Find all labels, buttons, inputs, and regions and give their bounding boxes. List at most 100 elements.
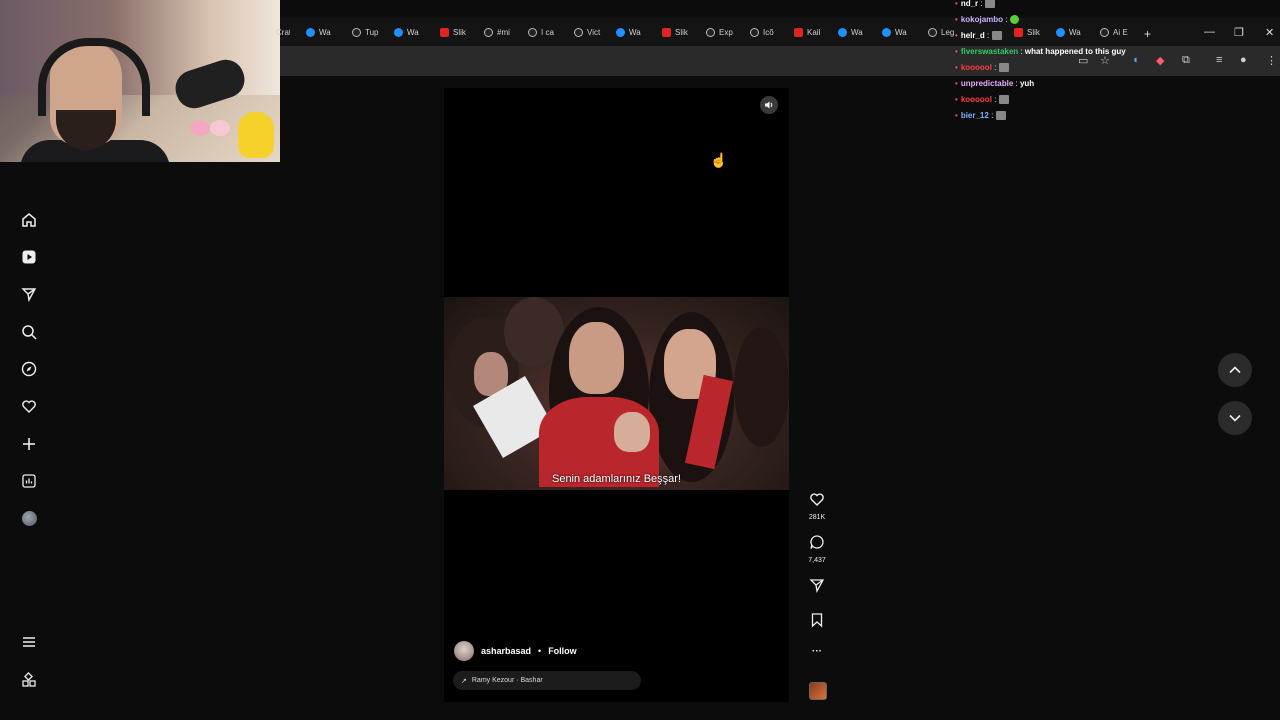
meta-icon bbox=[838, 27, 847, 37]
reel-author: asharbasad • Follow bbox=[454, 641, 577, 661]
chat-username: bier_12 bbox=[960, 111, 989, 120]
close-window-button[interactable]: ✕ bbox=[1265, 26, 1274, 39]
reading-list-icon[interactable]: ≡ bbox=[1216, 54, 1222, 66]
browser-tab[interactable]: Crat bbox=[276, 24, 290, 40]
chat-username: fiverswastaken bbox=[960, 47, 1019, 56]
reel-video-player[interactable]: Senin adamlarınız Beşşar! bbox=[444, 88, 789, 702]
tiktok-icon bbox=[706, 27, 715, 37]
chat-badge-icon: • bbox=[955, 31, 958, 40]
emote-icon bbox=[991, 31, 1002, 41]
dashboard-icon[interactable] bbox=[20, 472, 38, 490]
video-subtitle: Senin adamlarınız Beşşar! bbox=[551, 473, 681, 485]
profile-avatar[interactable] bbox=[22, 511, 37, 526]
reels-icon[interactable] bbox=[20, 248, 38, 266]
chat-message: • unpredictable : yuh bbox=[955, 79, 1035, 88]
menu-icon[interactable] bbox=[20, 633, 38, 651]
share-action[interactable] bbox=[806, 577, 828, 598]
browser-tab[interactable]: Wa bbox=[882, 24, 912, 40]
browser-menu-icon[interactable]: ⋮ bbox=[1266, 54, 1277, 67]
messages-icon[interactable] bbox=[20, 285, 38, 303]
browser-tab[interactable]: Wa bbox=[306, 24, 336, 40]
browser-tab[interactable]: Slik bbox=[662, 24, 692, 40]
search-icon[interactable] bbox=[20, 323, 38, 341]
like-action[interactable]: 281K bbox=[806, 491, 828, 521]
comment-icon[interactable] bbox=[809, 534, 825, 550]
emote-icon bbox=[984, 0, 995, 9]
follow-button[interactable]: Follow bbox=[548, 646, 577, 656]
tiktok-icon bbox=[528, 27, 537, 37]
previous-reel-button[interactable] bbox=[1218, 353, 1252, 387]
meta-icon bbox=[394, 27, 403, 37]
chat-message: • helr_d : bbox=[955, 28, 1126, 44]
browser-tab[interactable]: Exp bbox=[706, 24, 736, 40]
separator-dot: • bbox=[538, 646, 542, 656]
chat-message: • kokojambo : bbox=[955, 12, 1126, 28]
browser-tab[interactable]: Wa bbox=[394, 24, 424, 40]
browser-tab[interactable]: Icõ bbox=[750, 24, 780, 40]
chat-message: • fiverswastaken : what happened to this … bbox=[955, 47, 1126, 56]
share-icon[interactable] bbox=[809, 577, 825, 593]
browser-tab[interactable]: #mi bbox=[484, 24, 514, 40]
chat-message: • nd_r : bbox=[955, 0, 1126, 12]
create-icon[interactable] bbox=[20, 435, 38, 453]
browser-tab[interactable]: Slik bbox=[440, 24, 470, 40]
streamer-webcam bbox=[0, 0, 280, 162]
tiktok-icon bbox=[928, 27, 937, 37]
save-action[interactable] bbox=[806, 612, 828, 633]
browser-tab[interactable]: Wa bbox=[838, 24, 868, 40]
plush-toy bbox=[190, 120, 210, 136]
minimize-button[interactable]: — bbox=[1204, 26, 1215, 38]
browser-tab[interactable]: Wa bbox=[616, 24, 646, 40]
bookmark-icon[interactable] bbox=[809, 612, 825, 628]
chat-badge-icon: • bbox=[955, 79, 958, 88]
emote-icon bbox=[998, 63, 1009, 73]
pikachu-plush bbox=[238, 112, 274, 158]
extension-icon[interactable]: ◆ bbox=[1156, 54, 1164, 67]
extensions-puzzle-icon[interactable]: ⧉ bbox=[1182, 54, 1190, 67]
chat-username: kokojambo bbox=[960, 15, 1004, 24]
browser-tab[interactable]: Leg bbox=[928, 24, 958, 40]
chat-badge-icon: • bbox=[955, 95, 958, 104]
comment-action[interactable]: 7,437 bbox=[806, 534, 828, 564]
headphones bbox=[38, 38, 150, 116]
more-options-icon[interactable]: ··· bbox=[806, 646, 828, 657]
chevron-down-icon bbox=[1229, 414, 1241, 422]
chat-text: yuh bbox=[1019, 79, 1035, 88]
browser-tab[interactable]: Kail bbox=[794, 24, 824, 40]
author-avatar[interactable] bbox=[454, 641, 474, 661]
trend-arrow-icon: ↗ bbox=[461, 677, 467, 685]
new-tab-button[interactable]: + bbox=[1144, 27, 1151, 41]
apps-icon[interactable] bbox=[20, 671, 38, 689]
comment-count: 7,437 bbox=[808, 557, 826, 564]
chat-username: helr_d bbox=[960, 31, 985, 40]
woman-face bbox=[569, 322, 624, 394]
browser-tab[interactable]: Tup bbox=[352, 24, 382, 40]
clapping-hands bbox=[614, 412, 650, 452]
chat-username: unpredictable bbox=[960, 79, 1014, 88]
chat-message: • koooool : bbox=[955, 92, 1126, 108]
extension-icon[interactable]: ◖ bbox=[1132, 54, 1139, 66]
home-icon[interactable] bbox=[20, 211, 38, 229]
explore-icon[interactable] bbox=[20, 360, 38, 378]
meta-icon bbox=[616, 27, 625, 37]
author-username[interactable]: asharbasad bbox=[481, 646, 531, 656]
audio-track-link[interactable]: ↗ Ramy Kezour · Bashar bbox=[453, 671, 641, 690]
browser-tab[interactable]: I ca bbox=[528, 24, 558, 40]
tiktok-icon bbox=[352, 27, 361, 37]
chat-text: what happened to this guy bbox=[1024, 47, 1126, 56]
youtube-icon bbox=[440, 27, 449, 37]
browser-tab[interactable]: Vict bbox=[574, 24, 604, 40]
chat-message: • bier_12 : bbox=[955, 108, 1126, 124]
next-reel-button[interactable] bbox=[1218, 401, 1252, 435]
chat-badge-icon: • bbox=[955, 111, 958, 120]
chat-message: • koooool : bbox=[955, 60, 1126, 76]
restore-button[interactable]: ❐ bbox=[1234, 26, 1244, 39]
heart-icon[interactable] bbox=[809, 491, 825, 507]
youtube-icon bbox=[794, 27, 803, 37]
volume-icon[interactable] bbox=[760, 96, 778, 114]
profile-icon[interactable]: ● bbox=[1240, 54, 1247, 66]
notifications-icon[interactable] bbox=[20, 397, 38, 415]
chat-badge-icon: • bbox=[955, 15, 958, 24]
audio-thumbnail[interactable] bbox=[809, 682, 827, 700]
youtube-icon bbox=[662, 27, 671, 37]
